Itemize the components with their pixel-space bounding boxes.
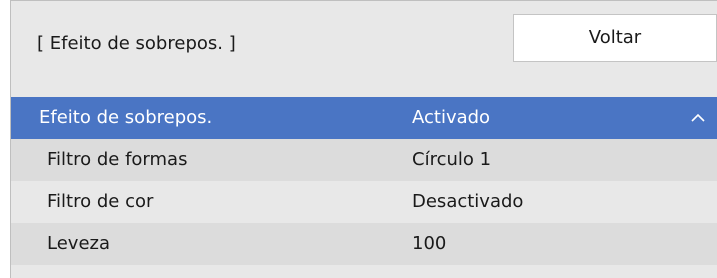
back-button[interactable]: Voltar <box>513 14 717 62</box>
setting-row-overlay-effect[interactable]: Efeito de sobrepos. Activado <box>11 97 717 139</box>
setting-value: Círculo 1 <box>412 149 492 170</box>
setting-row-color-filter[interactable]: Filtro de cor Desactivado <box>11 181 717 223</box>
setting-value: Desactivado <box>412 191 524 212</box>
setting-label: Efeito de sobrepos. <box>39 107 213 128</box>
setting-label: Leveza <box>47 233 110 254</box>
setting-label: Filtro de formas <box>47 149 188 170</box>
chevron-up-icon[interactable] <box>690 110 706 126</box>
setting-value: 100 <box>412 233 447 254</box>
settings-panel: [ Efeito de sobrepos. ] Voltar Efeito de… <box>10 0 717 278</box>
setting-row-shape-filter[interactable]: Filtro de formas Círculo 1 <box>11 139 717 181</box>
setting-label: Filtro de cor <box>47 191 154 212</box>
setting-row-lightness[interactable]: Leveza 100 <box>11 223 717 265</box>
page-title: [ Efeito de sobrepos. ] <box>37 33 236 54</box>
setting-value: Activado <box>412 107 491 128</box>
